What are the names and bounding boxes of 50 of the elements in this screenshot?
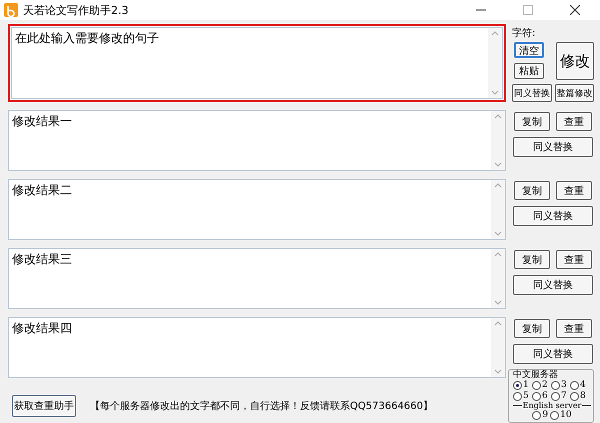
server-group-title: 中文服务器 xyxy=(513,371,558,380)
modify-button[interactable]: 修改 xyxy=(556,42,594,80)
small-button[interactable]: 粘贴 xyxy=(514,63,544,79)
scroll-up-icon[interactable] xyxy=(494,321,502,326)
result-text-area[interactable]: 修改结果二 xyxy=(8,179,506,240)
maximize-icon[interactable] xyxy=(523,5,533,15)
scroll-up-icon[interactable] xyxy=(494,183,502,188)
close-icon[interactable] xyxy=(570,5,580,15)
check-button[interactable]: 查重 xyxy=(556,250,592,269)
result-text-area[interactable]: 修改结果一 xyxy=(8,110,506,171)
check-button[interactable]: 查重 xyxy=(556,181,592,200)
synonym-button[interactable]: 同义替换 xyxy=(513,137,593,157)
synonym-button[interactable]: 同义替换 xyxy=(513,275,593,295)
scroll-down-icon[interactable] xyxy=(491,90,499,95)
check-button[interactable]: 查重 xyxy=(556,112,592,131)
server-radio[interactable]: 4 xyxy=(570,380,587,390)
result-text-area[interactable]: 修改结果四 xyxy=(8,317,506,378)
tool-button[interactable]: 同义替换 xyxy=(512,84,552,102)
server-radio[interactable]: 1 xyxy=(513,380,530,390)
small-button[interactable]: 清空 xyxy=(514,42,544,58)
copy-button[interactable]: 复制 xyxy=(514,112,550,131)
server-radio[interactable]: 3 xyxy=(551,380,568,390)
result-text-area[interactable]: 修改结果三 xyxy=(8,248,506,309)
scroll-up-icon[interactable] xyxy=(491,31,499,36)
server-radio[interactable]: 5 xyxy=(513,391,530,401)
copy-button[interactable]: 复制 xyxy=(514,250,550,269)
english-server-label: English server xyxy=(522,401,582,410)
get-checker-button[interactable]: 获取查重助手 xyxy=(12,395,76,417)
check-button[interactable]: 查重 xyxy=(556,319,592,338)
server-radio[interactable]: 8 xyxy=(570,391,587,401)
notice-text: 【每个服务器修改出的文字都不同，自行选择！反馈请联系QQ573664660】 xyxy=(90,400,430,413)
server-radio[interactable]: 10 xyxy=(550,410,572,420)
app-logo-icon xyxy=(4,3,18,17)
sentence-input-field[interactable]: 在此处输入需要修改的句子 xyxy=(8,24,506,102)
scroll-down-icon[interactable] xyxy=(494,162,502,167)
server-radio[interactable]: 6 xyxy=(532,391,549,401)
scroll-down-icon[interactable] xyxy=(494,231,502,236)
synonym-button[interactable]: 同义替换 xyxy=(513,206,593,226)
copy-button[interactable]: 复制 xyxy=(514,181,550,200)
synonym-button[interactable]: 同义替换 xyxy=(513,344,593,364)
server-radio[interactable]: 7 xyxy=(551,391,568,401)
scroll-down-icon[interactable] xyxy=(494,369,502,374)
scroll-down-icon[interactable] xyxy=(494,300,502,305)
tool-button[interactable]: 整篇修改 xyxy=(554,84,594,102)
copy-button[interactable]: 复制 xyxy=(514,319,550,338)
server-radio[interactable]: 2 xyxy=(532,380,549,390)
characters-label: 字符: xyxy=(512,26,536,40)
scroll-up-icon[interactable] xyxy=(494,252,502,257)
window-title: 天若论文写作助手2.3 xyxy=(23,2,128,18)
scroll-up-icon[interactable] xyxy=(494,114,502,119)
